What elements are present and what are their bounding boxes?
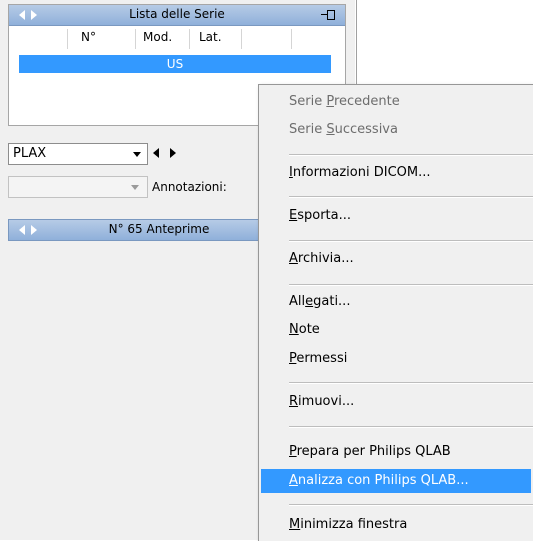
menu-item-remove[interactable]: Rimuovi... <box>289 394 354 409</box>
menu-item-previous-series[interactable]: Serie Precedente <box>289 94 400 109</box>
menu-item-attachments[interactable]: Allegati... <box>289 294 350 309</box>
prev-thumbnail-arrow-icon[interactable] <box>19 225 25 235</box>
menu-item-minimize-window[interactable]: Minimizza finestra <box>289 517 407 532</box>
menu-separator <box>289 154 533 156</box>
menu-item-dicom-info[interactable]: Informazioni DICOM... <box>289 165 431 180</box>
menu-separator <box>289 240 533 242</box>
column-header-laterality[interactable]: Lat. <box>199 27 222 47</box>
series-row[interactable]: US <box>19 55 331 73</box>
menu-item-export[interactable]: Esporta... <box>289 208 351 223</box>
menu-separator <box>289 284 533 286</box>
menu-separator <box>289 504 533 506</box>
menu-separator <box>289 426 533 428</box>
series-list-titlebar: Lista delle Serie <box>9 5 345 26</box>
series-list-title: Lista delle Serie <box>129 7 225 21</box>
chevron-down-icon <box>133 152 141 157</box>
pin-icon[interactable] <box>321 9 335 21</box>
menu-separator <box>289 196 533 198</box>
chevron-down-icon <box>131 185 139 190</box>
menu-item-permissions[interactable]: Permessi <box>289 351 347 366</box>
annotations-label: Annotazioni: <box>152 180 227 194</box>
thumbnails-title: N° 65 Anteprime <box>108 222 210 236</box>
column-header-number[interactable]: N° <box>81 27 96 47</box>
menu-item-next-series[interactable]: Serie Successiva <box>289 122 398 137</box>
series-row-modality: US <box>166 57 184 71</box>
menu-item-prepare-qlab[interactable]: Prepara per Philips QLAB <box>289 444 451 459</box>
next-view-arrow-icon[interactable] <box>170 148 176 158</box>
context-menu: Serie Precedente Serie Successiva Inform… <box>258 84 533 541</box>
menu-separator <box>289 382 533 384</box>
column-header-modality[interactable]: Mod. <box>143 27 172 47</box>
prev-view-arrow-icon[interactable] <box>153 148 159 158</box>
menu-item-analyze-qlab[interactable]: Analizza con Philips QLAB... <box>289 473 469 488</box>
annotations-select[interactable] <box>8 176 148 198</box>
view-select[interactable]: PLAX <box>8 143 148 165</box>
menu-item-notes[interactable]: Note <box>289 322 320 337</box>
view-select-value: PLAX <box>13 146 47 161</box>
menu-item-archive[interactable]: Archivia... <box>289 251 354 266</box>
thumbnails-titlebar: N° 65 Anteprime <box>8 219 260 241</box>
next-thumbnail-arrow-icon[interactable] <box>31 225 37 235</box>
